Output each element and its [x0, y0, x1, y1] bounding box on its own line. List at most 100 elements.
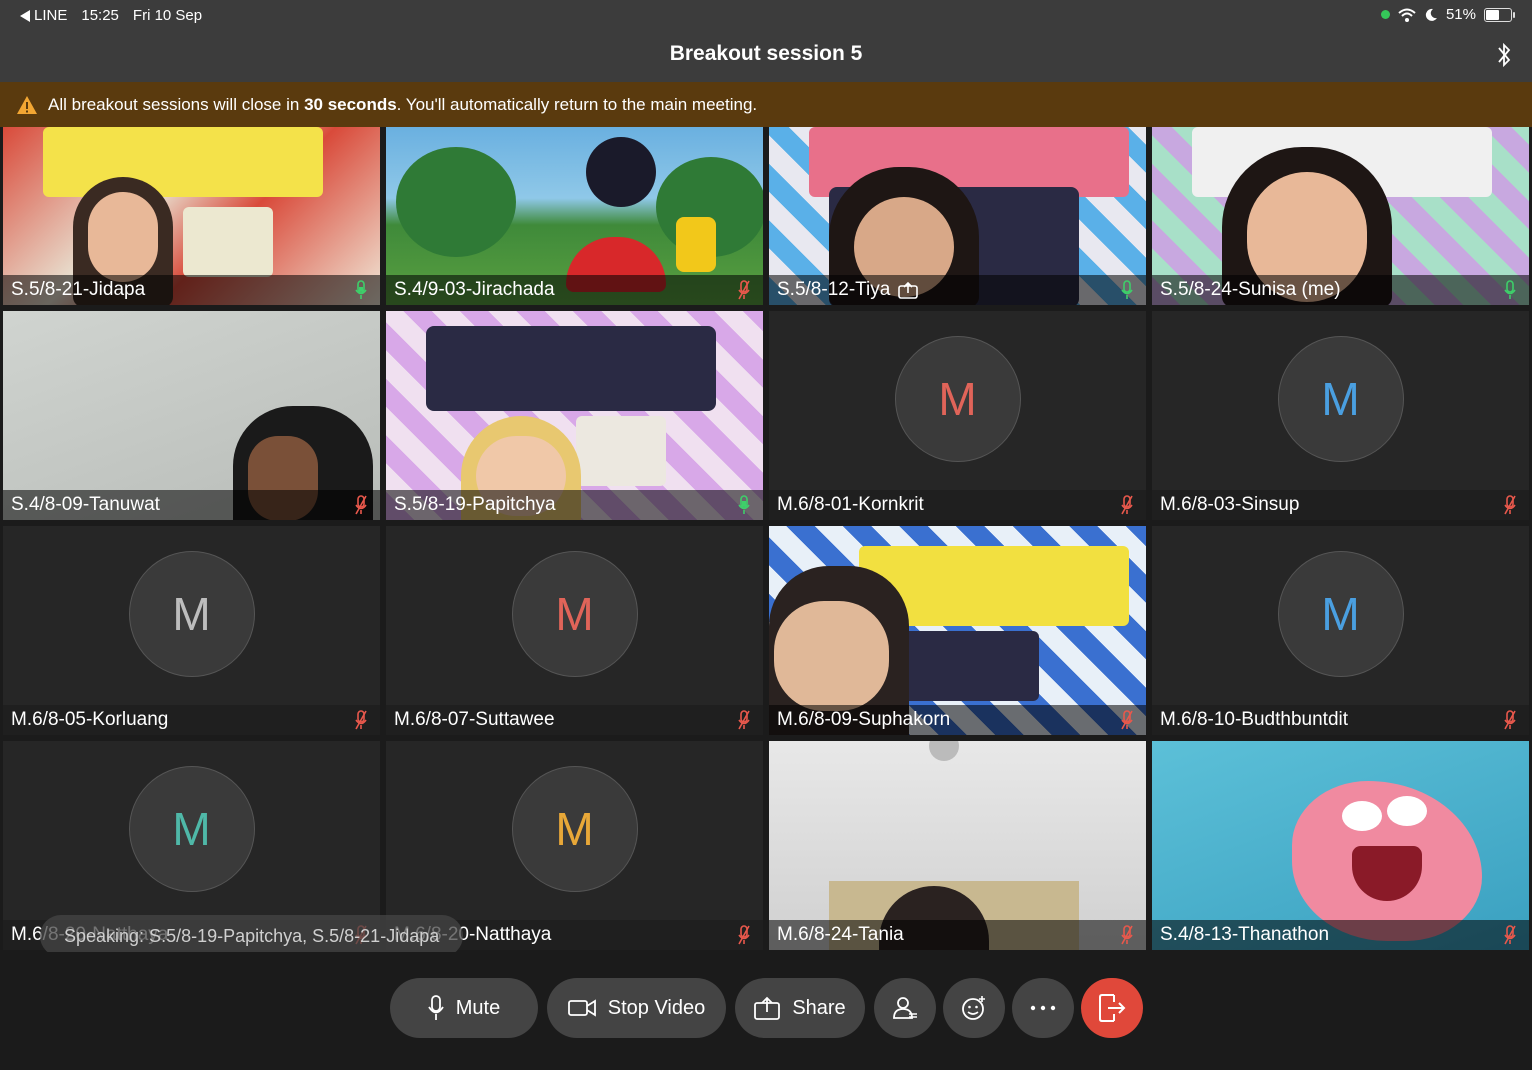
participant-name: M.6/8-24-Tania: [777, 924, 904, 945]
video-camera-icon: [567, 999, 596, 1017]
mic-muted-icon: [355, 495, 367, 515]
participant-tile[interactable]: S.5/8-24-Sunisa (me): [1152, 127, 1529, 305]
speaking-indicator: Speaking: S.5/8-19-Papitchya, S.5/8-21-J…: [40, 915, 464, 957]
back-to-app-link[interactable]: LINE: [20, 7, 67, 24]
avatar-initial: M: [172, 588, 211, 640]
more-button[interactable]: [1012, 978, 1074, 1038]
back-arrow-icon: [20, 9, 30, 22]
mic-on-icon: [355, 280, 367, 299]
mic-muted-icon: [738, 280, 750, 300]
avatar-initial: M: [1321, 588, 1360, 640]
share-button[interactable]: Share: [735, 978, 865, 1038]
moon-icon: [1425, 8, 1437, 21]
meeting-toolbar: Mute Stop Video Share: [0, 952, 1532, 1070]
participant-tile[interactable]: M.6/8-24-Tania: [769, 741, 1146, 950]
mic-muted-icon: [355, 710, 367, 730]
avatar-initial: M: [555, 588, 594, 640]
participant-name: S.5/8-24-Sunisa (me): [1160, 279, 1341, 300]
participant-tile[interactable]: M M.6/8-05-Korluang: [3, 526, 380, 735]
video-feed: [769, 526, 1146, 735]
video-feed: [1152, 741, 1529, 950]
mic-muted-icon: [1504, 710, 1516, 730]
screen-share-icon: [898, 281, 919, 299]
participant-namebar: M.6/8-03-Sinsup: [1152, 490, 1529, 520]
participant-name: M.6/8-03-Sinsup: [1160, 494, 1300, 515]
meeting-header: Breakout session 5: [0, 32, 1532, 82]
mic-muted-icon: [1121, 925, 1133, 945]
participant-namebar: M.6/8-05-Korluang: [3, 705, 380, 735]
banner-text: All breakout sessions will close in 30 s…: [48, 94, 758, 114]
avatar-initial: M: [555, 803, 594, 855]
participant-tile[interactable]: S.4/8-09-Tanuwat: [3, 311, 380, 520]
participant-namebar: M.6/8-01-Kornkrit: [769, 490, 1146, 520]
participant-name: M.6/8-01-Kornkrit: [777, 494, 924, 515]
battery-percent: 51%: [1445, 6, 1476, 23]
mic-muted-icon: [1504, 925, 1516, 945]
participant-namebar: S.5/8-21-Jidapa: [3, 275, 380, 305]
participant-name: M.6/8-10-Budthbuntdit: [1160, 709, 1349, 730]
participant-name: S.5/8-19-Papitchya: [394, 494, 556, 515]
mic-muted-icon: [1121, 495, 1133, 515]
mic-on-icon: [738, 495, 750, 514]
participant-namebar: S.5/8-24-Sunisa (me): [1152, 275, 1529, 305]
more-icon: [1030, 1005, 1056, 1011]
avatar: M: [128, 766, 255, 892]
avatar: M: [894, 336, 1021, 462]
participant-tile[interactable]: S.5/8-19-Papitchya: [386, 311, 763, 520]
participant-namebar: S.5/8-12-Tiya: [769, 275, 1146, 305]
leave-meeting-button[interactable]: [1081, 978, 1143, 1038]
participant-tile[interactable]: S.5/8-21-Jidapa: [3, 127, 380, 305]
participant-grid: S.5/8-21-Jidapa S.4/9-03-Jirachada S.5/8…: [0, 127, 1532, 952]
participant-namebar: S.4/9-03-Jirachada: [386, 275, 763, 305]
participant-tile[interactable]: M M.6/8-03-Sinsup: [1152, 311, 1529, 520]
participant-tile[interactable]: M.6/8-09-Suphakorn: [769, 526, 1146, 735]
breakout-warning-banner: All breakout sessions will close in 30 s…: [0, 82, 1532, 127]
mic-on-icon: [1504, 280, 1516, 299]
avatar: M: [1277, 336, 1404, 462]
participant-name: S.4/8-13-Thanathon: [1160, 924, 1330, 945]
battery-icon: [1484, 7, 1515, 22]
mic-muted-icon: [738, 925, 750, 945]
participant-tile[interactable]: S.4/9-03-Jirachada: [386, 127, 763, 305]
participant-namebar: S.5/8-19-Papitchya: [386, 490, 763, 520]
participant-name: M.6/8-07-Suttawee: [394, 709, 555, 730]
video-feed: [769, 741, 1146, 950]
bluetooth-icon[interactable]: [1494, 40, 1514, 70]
mic-on-icon: [1121, 280, 1133, 299]
wifi-icon: [1398, 8, 1416, 22]
participant-namebar: M.6/8-10-Budthbuntdit: [1152, 705, 1529, 735]
mute-button[interactable]: Mute: [390, 978, 538, 1038]
participant-tile[interactable]: M M.6/8-07-Suttawee: [386, 526, 763, 735]
status-time: 15:25: [81, 7, 119, 24]
participant-tile[interactable]: M M.6/8-01-Kornkrit: [769, 311, 1146, 520]
participant-name: S.4/9-03-Jirachada: [394, 279, 555, 300]
microphone-icon: [428, 995, 444, 1020]
mic-muted-icon: [1504, 495, 1516, 515]
participant-tile[interactable]: S.4/8-13-Thanathon: [1152, 741, 1529, 950]
participant-name: M.6/8-09-Suphakorn: [777, 709, 951, 730]
avatar-initial: M: [1321, 373, 1360, 425]
status-date: Fri 10 Sep: [132, 7, 203, 24]
warning-icon: [17, 95, 37, 114]
stop-video-button[interactable]: Stop Video: [547, 978, 726, 1038]
avatar: M: [128, 551, 255, 677]
avatar: M: [1277, 551, 1404, 677]
participant-name: S.4/8-09-Tanuwat: [11, 494, 160, 515]
participant-namebar: M.6/8-07-Suttawee: [386, 705, 763, 735]
participant-name: S.5/8-21-Jidapa: [11, 279, 146, 300]
participant-namebar: S.4/8-09-Tanuwat: [3, 490, 380, 520]
back-app-name: LINE: [34, 7, 68, 24]
reactions-button[interactable]: [943, 978, 1005, 1038]
video-feed: [386, 311, 763, 520]
participant-tile[interactable]: M M.6/8-10-Budthbuntdit: [1152, 526, 1529, 735]
avatar: M: [511, 551, 638, 677]
participants-button[interactable]: [874, 978, 936, 1038]
avatar-initial: M: [172, 803, 211, 855]
participant-name: M.6/8-05-Korluang: [11, 709, 169, 730]
participant-namebar: S.4/8-13-Thanathon: [1152, 920, 1529, 950]
page-title: Breakout session 5: [669, 42, 863, 65]
reactions-icon: [962, 996, 985, 1020]
participant-namebar: M.6/8-09-Suphakorn: [769, 705, 1146, 735]
camera-indicator-icon: [1380, 10, 1390, 19]
participant-tile[interactable]: S.5/8-12-Tiya: [769, 127, 1146, 305]
